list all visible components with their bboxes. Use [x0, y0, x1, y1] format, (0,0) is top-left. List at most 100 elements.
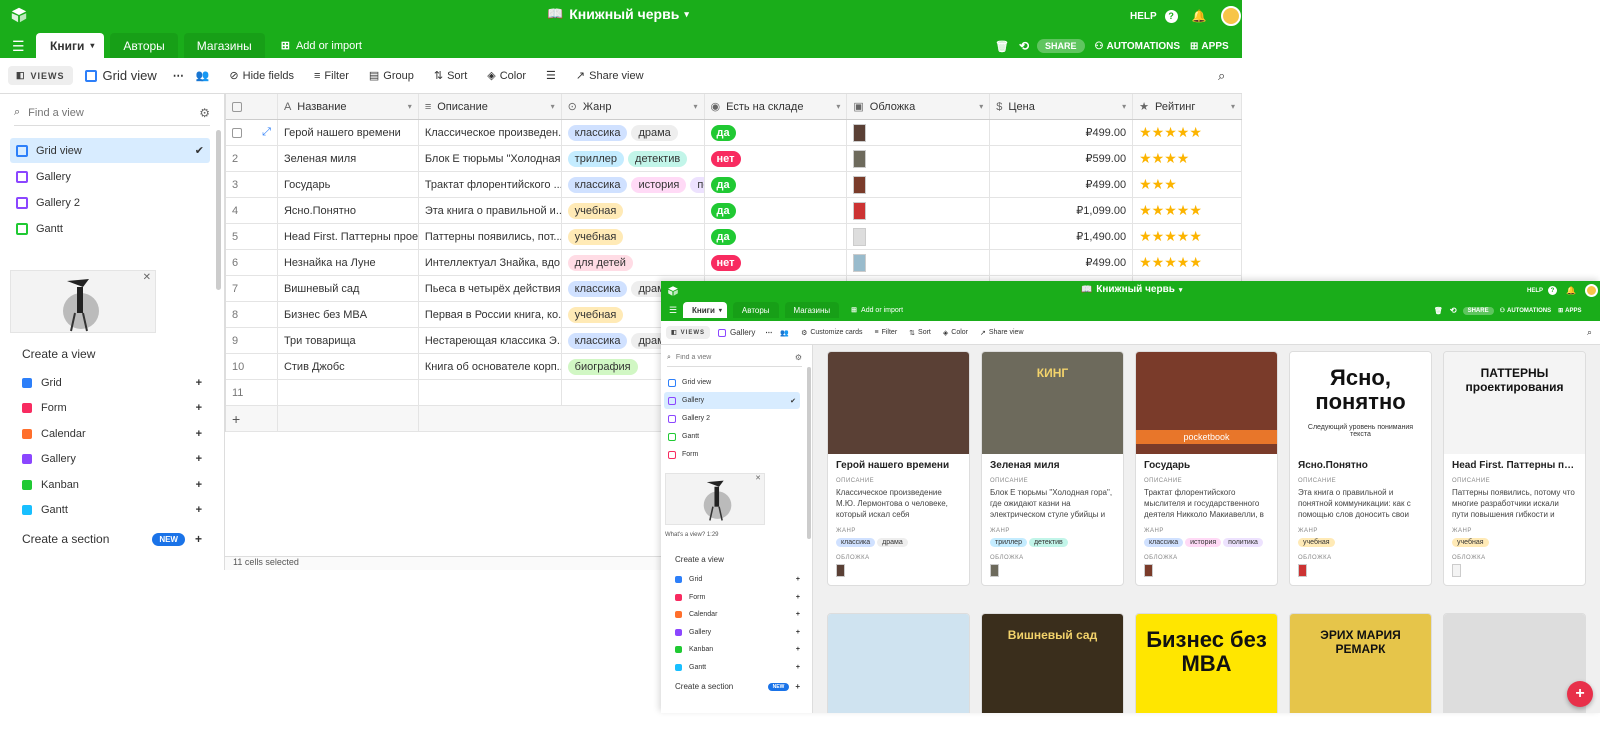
create-view-item[interactable]: Gantt +	[22, 498, 202, 524]
cell-price[interactable]: ₽499.00	[990, 172, 1134, 197]
color-button[interactable]: ◈ Color	[487, 69, 526, 83]
cell-rating[interactable]: ★★★	[1133, 172, 1242, 197]
gallery-card[interactable]: Ясно, понятно Следующий уровень понимания…	[1289, 351, 1432, 586]
cell-genre[interactable]: учебная	[562, 198, 705, 223]
create-view-item[interactable]: Kanban +	[22, 472, 202, 498]
help-icon[interactable]: ?	[1548, 286, 1558, 295]
cell-price[interactable]: ₽1,099.00	[990, 198, 1134, 223]
more-options-icon[interactable]: ⋯	[765, 329, 772, 337]
trash-icon[interactable]: 🗑	[1434, 307, 1443, 315]
cell-description[interactable]: Первая в России книга, ко...	[419, 302, 562, 327]
cell-price[interactable]: ₽1,490.00	[990, 224, 1134, 249]
cell-description[interactable]: Трактат флорентийского ...	[419, 172, 562, 197]
cell-description[interactable]: Классическое произведен...	[419, 120, 562, 145]
help-icon[interactable]: ?	[1164, 9, 1178, 23]
automations-button[interactable]: AUTOMATIONS	[1507, 308, 1551, 314]
sidebar-view-item[interactable]: Gallery 2	[664, 410, 800, 427]
gallery-card[interactable]: КИНГ Зеленая миля ОПИСАНИЕ Блок Е тюрьмы…	[981, 351, 1124, 586]
cell-stock[interactable]: нет	[705, 146, 848, 171]
create-view-item[interactable]: Form +	[22, 396, 202, 422]
sidebar-scrollbar[interactable]	[807, 367, 811, 539]
gallery-card[interactable]	[827, 613, 970, 713]
base-title[interactable]: 📖 Книжный червь ▾	[547, 6, 689, 22]
automations-button[interactable]: AUTOMATIONS	[1107, 41, 1181, 52]
tab-books[interactable]: Книги ▾	[683, 302, 727, 318]
search-icon[interactable]: ⌕	[1218, 68, 1225, 84]
customize-cards-button[interactable]: ⚙ Customize cards	[801, 329, 862, 337]
history-icon[interactable]: ⟲	[1019, 39, 1029, 53]
avatar[interactable]	[1220, 6, 1241, 26]
bell-icon[interactable]: 🔔	[1566, 286, 1576, 295]
cell-cover[interactable]	[847, 120, 991, 145]
plus-icon[interactable]: +	[226, 406, 278, 431]
color-button[interactable]: ◈ Color	[943, 329, 968, 337]
cell-stock[interactable]: да	[705, 198, 848, 223]
table-row[interactable]: ⤢ Герой нашего времени Классическое прои…	[226, 120, 1242, 146]
cell-name[interactable]	[278, 380, 419, 405]
sort-button[interactable]: ⇅ Sort	[434, 69, 467, 83]
cell-price[interactable]: ₽599.00	[990, 146, 1134, 171]
cell-rating[interactable]: ★★★★★	[1133, 224, 1242, 249]
cell-cover[interactable]	[847, 198, 991, 223]
gallery-card[interactable]: Вишневый сад	[981, 613, 1124, 713]
row-checkbox[interactable]	[232, 127, 242, 138]
sidebar-view-item[interactable]: Gantt	[10, 216, 210, 241]
create-view-item[interactable]: Grid +	[675, 571, 800, 589]
gallery-card[interactable]: ПАТТЕРНЫ проектирования Head First. Патт…	[1443, 351, 1586, 586]
cell-description[interactable]: Блок Е тюрьмы "Холодная...	[419, 146, 562, 171]
cell-name[interactable]: Head First. Паттерны прое...	[278, 224, 419, 249]
cell-name[interactable]: Государь	[278, 172, 419, 197]
column-header[interactable]: $ Цена ▾	[990, 94, 1134, 119]
create-view-item[interactable]: Calendar +	[675, 606, 800, 624]
views-toggle-button[interactable]: ◧ VIEWS	[666, 326, 711, 339]
filter-button[interactable]: ≡ Filter	[314, 70, 349, 82]
cell-genre[interactable]: триллер детектив	[562, 146, 705, 171]
create-section-button[interactable]: Create a section NEW +	[22, 532, 202, 546]
cell-name[interactable]: Зеленая миля	[278, 146, 419, 171]
menu-icon[interactable]: ☰	[12, 38, 25, 55]
menu-icon[interactable]: ☰	[669, 305, 677, 316]
cell-genre[interactable]: классика драма	[562, 120, 705, 145]
cell-description[interactable]: Нестареющая классика Э...	[419, 328, 562, 353]
gear-icon[interactable]: ⚙	[199, 106, 210, 120]
gallery-card[interactable]: ЭРИХ МАРИЯ РЕМАРК	[1289, 613, 1432, 713]
cell-description[interactable]: Интеллектуал Знайка, вдо...	[419, 250, 562, 275]
sidebar-view-item[interactable]: Grid view	[664, 374, 800, 391]
gallery-card[interactable]: pocketbook Государь ОПИСАНИЕ Трактат фло…	[1135, 351, 1278, 586]
add-or-import-button[interactable]: ⊞ Add or import	[845, 302, 909, 318]
create-view-item[interactable]: Gallery +	[22, 447, 202, 473]
cell-rating[interactable]: ★★★★★	[1133, 120, 1242, 145]
help-link[interactable]: HELP	[1130, 11, 1157, 22]
airtable-logo-icon[interactable]	[667, 284, 679, 302]
add-record-button[interactable]: +	[1567, 681, 1593, 707]
tab-authors[interactable]: Авторы	[110, 33, 178, 58]
column-header[interactable]: A Название ▾	[278, 94, 419, 119]
close-icon[interactable]: ✕	[755, 474, 761, 482]
cell-description[interactable]: Пьеса в четырёх действия...	[419, 276, 562, 301]
cell-genre[interactable]: для детей	[562, 250, 705, 275]
close-icon[interactable]: ✕	[143, 272, 151, 283]
bell-icon[interactable]: 🔔	[1192, 9, 1207, 23]
tab-authors[interactable]: Авторы	[732, 302, 779, 318]
hide-fields-button[interactable]: ⊘ Hide fields	[229, 69, 294, 83]
help-link[interactable]: HELP	[1527, 288, 1543, 294]
create-view-item[interactable]: Form +	[675, 589, 800, 607]
create-view-item[interactable]: Gallery +	[675, 624, 800, 642]
cell-stock[interactable]: да	[705, 172, 848, 197]
collaborators-icon[interactable]: 👥	[196, 69, 210, 82]
views-toggle-button[interactable]: ◧ VIEWS	[8, 66, 73, 85]
trash-icon[interactable]: 🗑	[995, 40, 1009, 53]
cell-description[interactable]	[419, 380, 562, 405]
table-row[interactable]: 2 Зеленая миля Блок Е тюрьмы "Холодная..…	[226, 146, 1242, 172]
gallery-card[interactable]	[1443, 613, 1586, 713]
create-view-item[interactable]: Calendar +	[22, 421, 202, 447]
sort-button[interactable]: ⇅ Sort	[909, 329, 931, 337]
share-button[interactable]: SHARE	[1037, 39, 1085, 53]
current-view-name[interactable]: Gallery	[718, 328, 755, 337]
current-view-name[interactable]: Grid view	[84, 68, 157, 83]
tab-stores[interactable]: Магазины	[784, 302, 840, 318]
cell-name[interactable]: Бизнес без MBA	[278, 302, 419, 327]
create-view-item[interactable]: Gantt +	[675, 659, 800, 677]
cell-name[interactable]: Стив Джобс	[278, 354, 419, 379]
gallery-card[interactable]: Герой нашего времени ОПИСАНИЕ Классическ…	[827, 351, 970, 586]
